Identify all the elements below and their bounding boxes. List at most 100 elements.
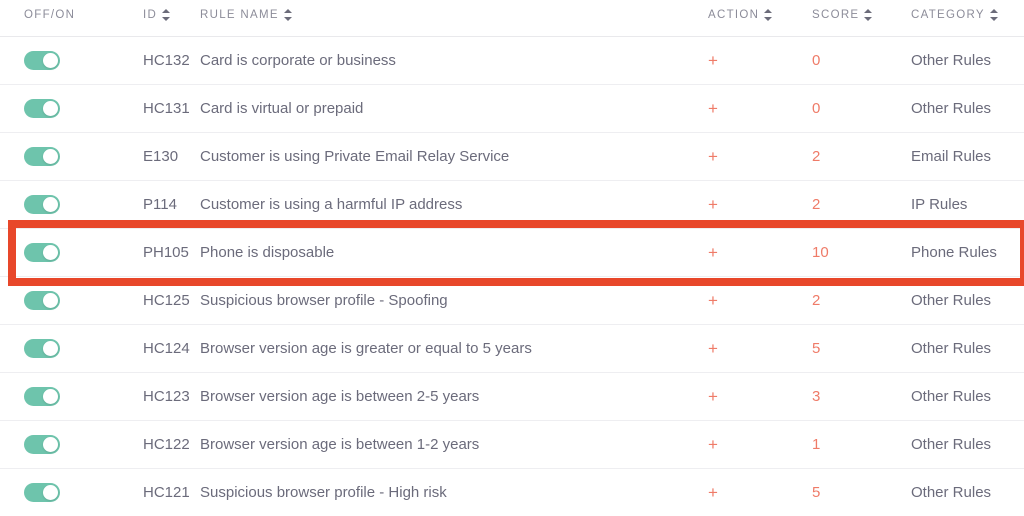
cell-score[interactable]: 5 <box>812 325 820 372</box>
table-row[interactable]: HC125 Suspicious browser profile - Spoofi… <box>0 277 1024 325</box>
toggle-knob <box>43 389 58 404</box>
sort-arrows-icon[interactable] <box>864 9 873 21</box>
toggle-knob <box>43 485 58 500</box>
cell-category: Other Rules <box>911 52 992 69</box>
toggle-knob <box>43 197 58 212</box>
cell-category: Email Rules <box>911 148 992 165</box>
cell-category: Other Rules <box>911 388 992 405</box>
cell-rule-name: Card is corporate or business <box>200 52 396 69</box>
cell-score[interactable]: 2 <box>812 133 820 180</box>
cell-rule-name: Suspicious browser profile - Spoofing <box>200 292 448 309</box>
column-header-rule-name[interactable]: RULE NAME <box>200 9 292 21</box>
sort-arrows-icon[interactable] <box>283 9 292 21</box>
table-row[interactable]: P114 Customer is using a harmful IP addre… <box>0 181 1024 229</box>
add-action-button[interactable]: + <box>708 469 718 516</box>
cell-score[interactable]: 2 <box>812 277 820 324</box>
toggle-switch-icon[interactable] <box>24 387 60 406</box>
toggle-switch-icon[interactable] <box>24 435 60 454</box>
cell-category: Other Rules <box>911 340 992 357</box>
table-row[interactable]: HC124 Browser version age is greater or e… <box>0 325 1024 373</box>
cell-rule-name: Customer is using a harmful IP address <box>200 196 463 213</box>
cell-rule-id: HC121 <box>143 484 190 501</box>
toggle-switch-icon[interactable] <box>24 243 60 262</box>
add-action-button[interactable]: + <box>708 325 718 372</box>
cell-offon <box>24 85 60 132</box>
cell-category: Other Rules <box>911 292 992 309</box>
column-header-id-label: ID <box>143 9 158 21</box>
cell-category: Other Rules <box>911 100 992 117</box>
cell-rule-name: Card is virtual or prepaid <box>200 100 364 117</box>
cell-score[interactable]: 2 <box>812 181 820 228</box>
table-row[interactable]: E130 Customer is using Private Email Rela… <box>0 133 1024 181</box>
table-row[interactable]: HC121 Suspicious browser profile - High r… <box>0 469 1024 516</box>
cell-category: IP Rules <box>911 196 968 213</box>
add-action-button[interactable]: + <box>708 133 718 180</box>
cell-score[interactable]: 0 <box>812 85 820 132</box>
cell-rule-name: Browser version age is between 1-2 years <box>200 436 480 453</box>
cell-rule-name: Browser version age is greater or equal … <box>200 340 532 357</box>
cell-offon <box>24 325 60 372</box>
table-row[interactable]: HC123 Browser version age is between 2-5 … <box>0 373 1024 421</box>
cell-offon <box>24 181 60 228</box>
add-action-button[interactable]: + <box>708 37 718 84</box>
table-row[interactable]: HC131 Card is virtual or prepaid +0 Other R… <box>0 85 1024 133</box>
toggle-switch-icon[interactable] <box>24 291 60 310</box>
toggle-knob <box>43 245 58 260</box>
toggle-knob <box>43 341 58 356</box>
column-header-score[interactable]: SCORE <box>812 9 873 21</box>
cell-score[interactable]: 0 <box>812 37 820 84</box>
cell-offon <box>24 229 60 276</box>
cell-offon <box>24 277 60 324</box>
table-row[interactable]: HC122 Browser version age is between 1-2 … <box>0 421 1024 469</box>
add-action-button[interactable]: + <box>708 277 718 324</box>
cell-offon <box>24 469 60 516</box>
toggle-knob <box>43 53 58 68</box>
cell-rule-id: PH105 <box>143 244 189 261</box>
toggle-switch-icon[interactable] <box>24 339 60 358</box>
cell-offon <box>24 421 60 468</box>
column-header-category[interactable]: CATEGORY <box>911 9 998 21</box>
toggle-knob <box>43 437 58 452</box>
toggle-switch-icon[interactable] <box>24 99 60 118</box>
column-header-category-label: CATEGORY <box>911 9 985 21</box>
sort-arrows-icon[interactable] <box>764 9 773 21</box>
toggle-knob <box>43 293 58 308</box>
add-action-button[interactable]: + <box>708 421 718 468</box>
table-row[interactable]: PH105 Phone is disposable +10 Phone Rules <box>0 229 1024 277</box>
rules-table: OFF/ON ID RULE NAME ACTION SCORE CATEGOR… <box>0 0 1024 516</box>
column-header-action[interactable]: ACTION <box>708 9 773 21</box>
cell-offon <box>24 133 60 180</box>
column-header-id[interactable]: ID <box>143 9 171 21</box>
table-header: OFF/ON ID RULE NAME ACTION SCORE CATEGOR… <box>0 0 1024 37</box>
cell-rule-id: HC124 <box>143 340 190 357</box>
add-action-button[interactable]: + <box>708 373 718 420</box>
add-action-button[interactable]: + <box>708 229 718 276</box>
cell-rule-id: P114 <box>143 196 177 213</box>
toggle-switch-icon[interactable] <box>24 147 60 166</box>
add-action-button[interactable]: + <box>708 181 718 228</box>
cell-score[interactable]: 10 <box>812 229 829 276</box>
cell-score[interactable]: 3 <box>812 373 820 420</box>
cell-offon <box>24 37 60 84</box>
cell-category: Phone Rules <box>911 244 997 261</box>
cell-score[interactable]: 1 <box>812 421 820 468</box>
toggle-knob <box>43 101 58 116</box>
toggle-switch-icon[interactable] <box>24 195 60 214</box>
add-action-button[interactable]: + <box>708 85 718 132</box>
column-header-action-label: ACTION <box>708 9 760 21</box>
cell-offon <box>24 373 60 420</box>
toggle-switch-icon[interactable] <box>24 51 60 70</box>
sort-arrows-icon[interactable] <box>162 9 171 21</box>
cell-rule-id: HC131 <box>143 100 190 117</box>
cell-rule-id: HC123 <box>143 388 190 405</box>
table-row[interactable]: HC132 Card is corporate or business +0 Othe… <box>0 37 1024 85</box>
toggle-switch-icon[interactable] <box>24 483 60 502</box>
sort-arrows-icon[interactable] <box>989 9 998 21</box>
cell-rule-id: HC132 <box>143 52 190 69</box>
column-header-offon-label: OFF/ON <box>24 9 76 21</box>
column-header-rule-name-label: RULE NAME <box>200 9 279 21</box>
table-body: HC132 Card is corporate or business +0 Othe… <box>0 37 1024 516</box>
cell-rule-id: HC122 <box>143 436 190 453</box>
cell-category: Other Rules <box>911 484 992 501</box>
cell-score[interactable]: 5 <box>812 469 820 516</box>
